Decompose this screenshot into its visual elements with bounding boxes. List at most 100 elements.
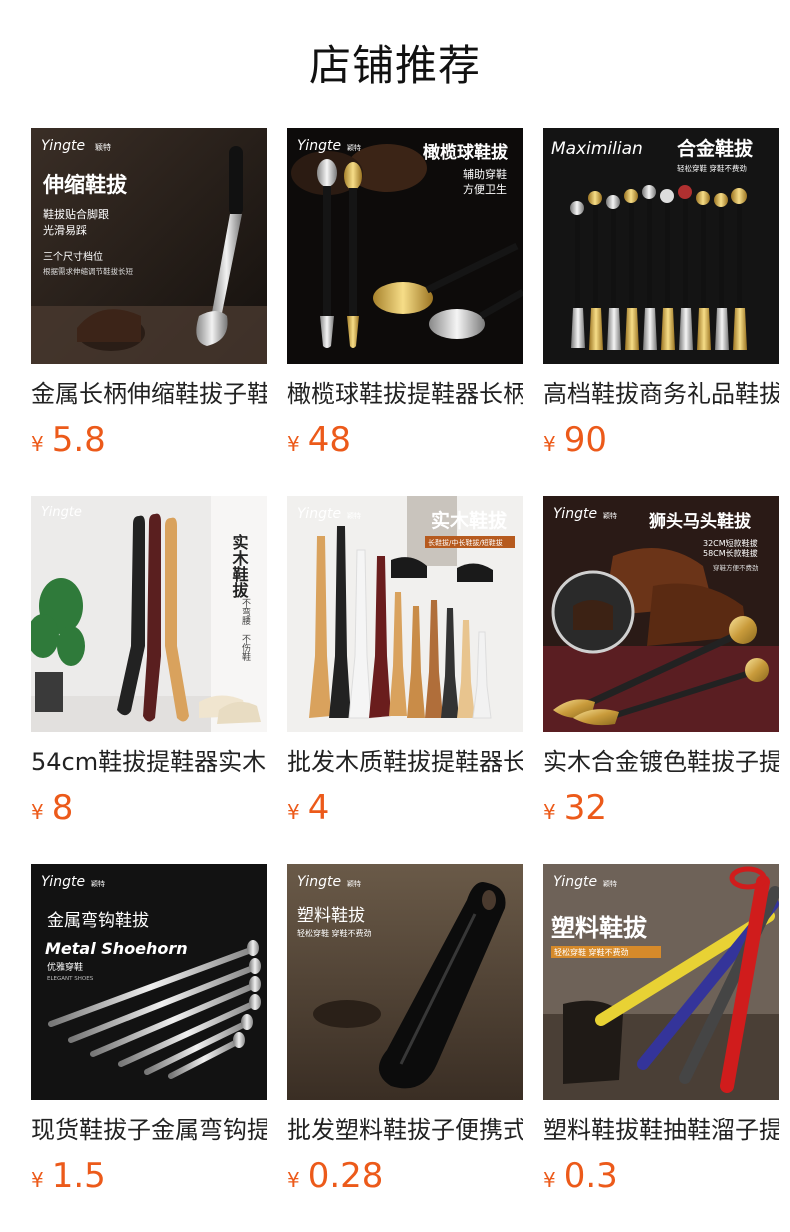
price-value: 0.28 xyxy=(307,1156,384,1196)
svg-text:长鞋拔/中长鞋拔/短鞋拔: 长鞋拔/中长鞋拔/短鞋拔 xyxy=(428,538,503,547)
svg-text:Yingte: Yingte xyxy=(553,506,597,522)
product-image-plastic-shoehorn-color[interactable]: Yingte 颖特 塑料鞋拔 轻松穿鞋 穿鞋不费劲 xyxy=(543,864,779,1100)
product-name[interactable]: 现货鞋拔子金属弯钩提 xyxy=(31,1114,267,1146)
product-card[interactable]: Yingte 颖特 伸缩鞋拔 鞋拔贴合脚跟 光滑易踩 三个尺寸档位 根据需求伸缩… xyxy=(31,128,267,462)
product-price: ¥48 xyxy=(287,418,523,462)
svg-text:轻松穿鞋 穿鞋不费劲: 轻松穿鞋 穿鞋不费劲 xyxy=(554,947,629,957)
svg-text:Yingte: Yingte xyxy=(297,874,341,890)
svg-text:Yingte: Yingte xyxy=(41,874,85,890)
product-card[interactable]: Yingte 颖特 塑料鞋拔 轻松穿鞋 穿鞋不费劲 批发塑料鞋拔子便携式 ¥0.… xyxy=(287,864,523,1198)
product-photo: Yingte 颖特 狮头马头鞋拔 32CM短款鞋拔 58CM长款鞋拔 穿鞋方便不… xyxy=(543,496,779,732)
svg-text:颖特: 颖特 xyxy=(91,879,105,888)
product-price: ¥90 xyxy=(543,418,779,462)
product-name[interactable]: 批发木质鞋拔提鞋器长 xyxy=(287,746,523,778)
svg-text:光滑易踩: 光滑易踩 xyxy=(43,223,87,237)
price-value: 90 xyxy=(563,420,607,460)
product-card[interactable]: Maximilian 合金鞋拔 轻松穿鞋 穿鞋不费劲 高档鞋拔商务礼品鞋拔 ¥9… xyxy=(543,128,779,462)
svg-text:狮头马头鞋拔: 狮头马头鞋拔 xyxy=(648,511,752,532)
currency-symbol: ¥ xyxy=(31,1168,44,1192)
currency-symbol: ¥ xyxy=(287,1168,300,1192)
svg-text:实木鞋拔: 实木鞋拔 xyxy=(230,533,250,599)
svg-text:轻松穿鞋 穿鞋不费劲: 轻松穿鞋 穿鞋不费劲 xyxy=(677,163,747,173)
svg-text:辅助穿鞋: 辅助穿鞋 xyxy=(463,167,507,181)
price-value: 4 xyxy=(307,788,330,828)
currency-symbol: ¥ xyxy=(31,800,44,824)
svg-text:伸缩鞋拔: 伸缩鞋拔 xyxy=(42,173,128,197)
svg-text:颖特: 颖特 xyxy=(347,511,361,520)
svg-text:Maximilian: Maximilian xyxy=(551,139,643,159)
product-price: ¥1.5 xyxy=(31,1154,267,1198)
product-price: ¥0.3 xyxy=(543,1154,779,1198)
currency-symbol: ¥ xyxy=(287,800,300,824)
svg-text:方便卫生: 方便卫生 xyxy=(463,182,507,196)
svg-text:塑料鞋拔: 塑料鞋拔 xyxy=(297,906,365,926)
currency-symbol: ¥ xyxy=(543,800,556,824)
svg-text:颖特: 颖特 xyxy=(603,511,617,520)
product-photo: Yingte 颖特 伸缩鞋拔 鞋拔贴合脚跟 光滑易踩 三个尺寸档位 根据需求伸缩… xyxy=(31,128,267,364)
product-photo: Yingte 颖特 塑料鞋拔 轻松穿鞋 穿鞋不费劲 xyxy=(287,864,523,1100)
svg-text:实木鞋拔: 实木鞋拔 xyxy=(431,509,508,532)
product-image-plastic-shoehorn-black[interactable]: Yingte 颖特 塑料鞋拔 轻松穿鞋 穿鞋不费劲 xyxy=(287,864,523,1100)
product-card[interactable]: Yingte 颖特 塑料鞋拔 轻松穿鞋 穿鞋不费劲 塑料鞋拔鞋抽鞋溜子提 ¥0.… xyxy=(543,864,779,1198)
product-image-metal-hook-shoehorn[interactable]: Yingte 颖特 金属弯钩鞋拔 Metal Shoehorn 优雅穿鞋 ELE… xyxy=(31,864,267,1100)
svg-text:32CM短款鞋拔: 32CM短款鞋拔 xyxy=(703,538,758,548)
price-value: 0.3 xyxy=(563,1156,618,1196)
price-value: 1.5 xyxy=(51,1156,106,1196)
svg-text:颖特: 颖特 xyxy=(95,142,111,152)
product-photo: Yingte 实木鞋拔 不弯腰 不伤鞋 xyxy=(31,496,267,732)
product-card[interactable]: Yingte 颖特 狮头马头鞋拔 32CM短款鞋拔 58CM长款鞋拔 穿鞋方便不… xyxy=(543,496,779,830)
svg-text:不弯腰: 不弯腰 xyxy=(240,598,251,626)
product-image-telescopic-shoehorn[interactable]: Yingte 颖特 伸缩鞋拔 鞋拔贴合脚跟 光滑易踩 三个尺寸档位 根据需求伸缩… xyxy=(31,128,267,364)
svg-text:Metal Shoehorn: Metal Shoehorn xyxy=(45,939,188,958)
product-name[interactable]: 金属长柄伸缩鞋拔子鞋 xyxy=(31,378,267,410)
product-price: ¥0.28 xyxy=(287,1154,523,1198)
product-card[interactable]: Yingte 颖特 实木鞋拔 长鞋拔/中长鞋拔/短鞋拔 批发木质鞋拔提鞋器长 ¥… xyxy=(287,496,523,830)
price-value: 32 xyxy=(563,788,607,828)
svg-text:橄榄球鞋拔: 橄榄球鞋拔 xyxy=(423,142,509,163)
svg-text:根据需求伸缩调节鞋拔长短: 根据需求伸缩调节鞋拔长短 xyxy=(43,266,133,276)
product-card[interactable]: Yingte 实木鞋拔 不弯腰 不伤鞋 54cm鞋拔提鞋器实木 ¥8 xyxy=(31,496,267,830)
svg-text:Yingte: Yingte xyxy=(41,505,82,520)
svg-text:轻松穿鞋 穿鞋不费劲: 轻松穿鞋 穿鞋不费劲 xyxy=(297,928,372,938)
product-name[interactable]: 批发塑料鞋拔子便携式 xyxy=(287,1114,523,1146)
svg-text:ELEGANT SHOES: ELEGANT SHOES xyxy=(47,976,94,982)
product-photo: Yingte 颖特 橄榄球鞋拔 辅助穿鞋 方便卫生 xyxy=(287,128,523,364)
product-name[interactable]: 实木合金镀色鞋拔子提 xyxy=(543,746,779,778)
svg-text:Yingte: Yingte xyxy=(297,506,341,522)
svg-text:Yingte: Yingte xyxy=(297,138,341,154)
svg-text:塑料鞋拔: 塑料鞋拔 xyxy=(551,914,648,942)
product-photo: Yingte 颖特 金属弯钩鞋拔 Metal Shoehorn 优雅穿鞋 ELE… xyxy=(31,864,267,1100)
product-photo: Maximilian 合金鞋拔 轻松穿鞋 穿鞋不费劲 xyxy=(543,128,779,364)
product-name[interactable]: 塑料鞋拔鞋抽鞋溜子提 xyxy=(543,1114,779,1146)
price-value: 48 xyxy=(307,420,351,460)
svg-text:合金鞋拔: 合金鞋拔 xyxy=(677,137,754,160)
svg-text:三个尺寸档位: 三个尺寸档位 xyxy=(43,250,103,263)
svg-text:金属弯钩鞋拔: 金属弯钩鞋拔 xyxy=(47,911,149,931)
product-price: ¥32 xyxy=(543,786,779,830)
price-value: 5.8 xyxy=(51,420,106,460)
product-image-alloy-shoehorn[interactable]: Maximilian 合金鞋拔 轻松穿鞋 穿鞋不费劲 xyxy=(543,128,779,364)
product-photo: Yingte 颖特 塑料鞋拔 轻松穿鞋 穿鞋不费劲 xyxy=(543,864,779,1100)
product-image-wooden-shoehorn-set[interactable]: Yingte 颖特 实木鞋拔 长鞋拔/中长鞋拔/短鞋拔 xyxy=(287,496,523,732)
product-name[interactable]: 54cm鞋拔提鞋器实木 xyxy=(31,746,267,778)
currency-symbol: ¥ xyxy=(31,432,44,456)
svg-text:58CM长款鞋拔: 58CM长款鞋拔 xyxy=(703,548,758,558)
product-image-wooden-shoehorn[interactable]: Yingte 实木鞋拔 不弯腰 不伤鞋 xyxy=(31,496,267,732)
product-image-rugby-shoehorn[interactable]: Yingte 颖特 橄榄球鞋拔 辅助穿鞋 方便卫生 xyxy=(287,128,523,364)
product-price: ¥5.8 xyxy=(31,418,267,462)
svg-text:Yingte: Yingte xyxy=(41,138,85,154)
product-card[interactable]: Yingte 颖特 金属弯钩鞋拔 Metal Shoehorn 优雅穿鞋 ELE… xyxy=(31,864,267,1198)
page-title: 店铺推荐 xyxy=(308,41,481,90)
product-name[interactable]: 橄榄球鞋拔提鞋器长柄 xyxy=(287,378,523,410)
svg-text:颖特: 颖特 xyxy=(347,879,361,888)
product-name[interactable]: 高档鞋拔商务礼品鞋拔 xyxy=(543,378,779,410)
svg-text:不伤鞋: 不伤鞋 xyxy=(240,634,251,662)
product-price: ¥8 xyxy=(31,786,267,830)
currency-symbol: ¥ xyxy=(543,1168,556,1192)
product-photo: Yingte 颖特 实木鞋拔 长鞋拔/中长鞋拔/短鞋拔 xyxy=(287,496,523,732)
product-image-lion-head-shoehorn[interactable]: Yingte 颖特 狮头马头鞋拔 32CM短款鞋拔 58CM长款鞋拔 穿鞋方便不… xyxy=(543,496,779,732)
price-value: 8 xyxy=(51,788,74,828)
svg-text:颖特: 颖特 xyxy=(603,879,617,888)
currency-symbol: ¥ xyxy=(543,432,556,456)
product-card[interactable]: Yingte 颖特 橄榄球鞋拔 辅助穿鞋 方便卫生 橄榄球鞋拔提鞋器长柄 ¥48 xyxy=(287,128,523,462)
